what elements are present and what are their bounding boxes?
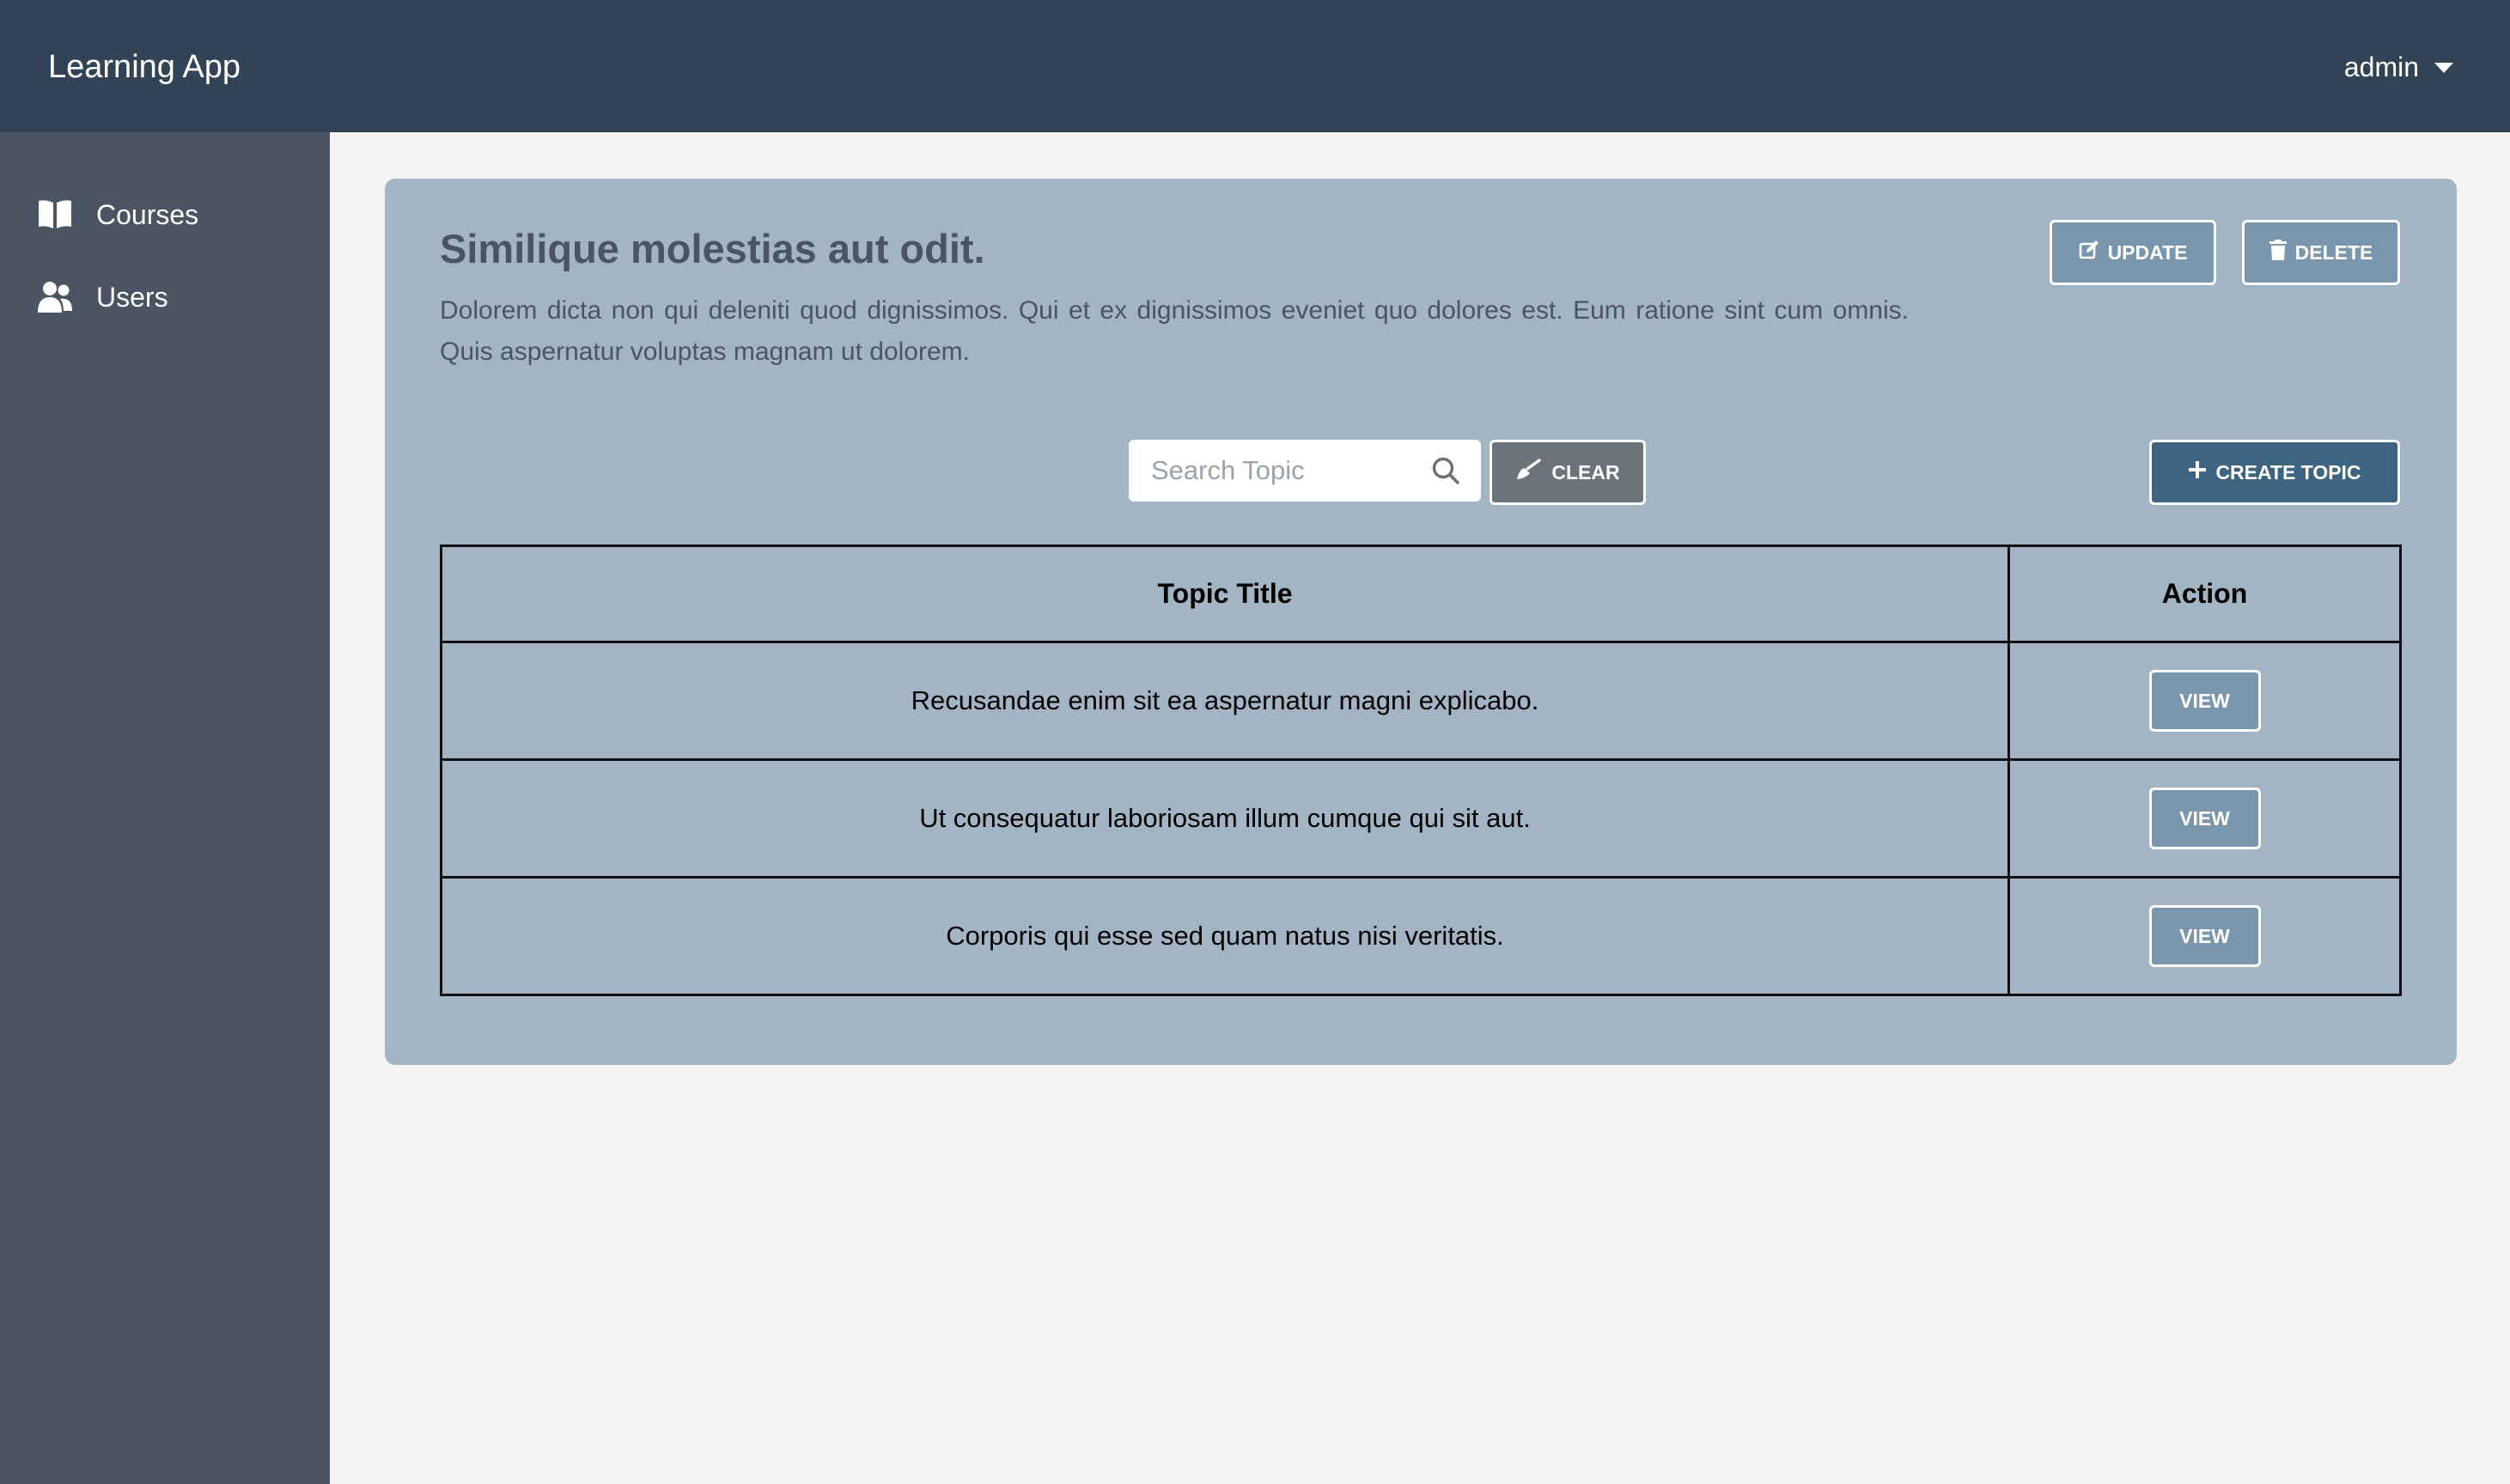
course-title: Similique molestias aut odit. <box>440 226 985 271</box>
user-name: admin <box>2343 51 2419 82</box>
update-button[interactable]: UPDATE <box>2050 220 2216 285</box>
delete-button[interactable]: DELETE <box>2242 220 2400 285</box>
sidebar-item-label: Users <box>96 281 168 313</box>
trash-icon <box>2269 240 2287 265</box>
column-header-topic-title: Topic Title <box>440 544 2010 643</box>
top-navbar: Learning App admin <box>0 0 2510 132</box>
course-detail-card: Similique molestias aut odit. Dolorem di… <box>385 179 2457 1065</box>
app-title[interactable]: Learning App <box>48 45 241 89</box>
action-cell: VIEW <box>2007 876 2402 996</box>
clear-button[interactable]: CLEAR <box>1490 440 1646 505</box>
action-cell: VIEW <box>2007 758 2402 879</box>
topics-table: Topic Title Action Recusandae enim sit e… <box>440 544 2402 996</box>
topic-title-cell: Ut consequatur laboriosam illum cumque q… <box>440 758 2010 879</box>
sidebar-item-courses[interactable]: Courses <box>36 192 198 237</box>
view-button[interactable]: VIEW <box>2148 670 2261 732</box>
table-row: Recusandae enim sit ea aspernatur magni … <box>440 641 2402 761</box>
course-description: Dolorem dicta non qui deleniti quod dign… <box>440 296 1909 366</box>
search-icon[interactable] <box>1431 456 1460 485</box>
caret-down-icon <box>2434 63 2453 73</box>
column-header-action: Action <box>2007 544 2402 643</box>
create-topic-button[interactable]: CREATE TOPIC <box>2149 440 2400 505</box>
table-row: Corporis qui esse sed quam natus nisi ve… <box>440 876 2402 996</box>
edit-icon <box>2079 240 2099 265</box>
view-button[interactable]: VIEW <box>2148 905 2261 967</box>
table-row: Ut consequatur laboriosam illum cumque q… <box>440 758 2402 879</box>
delete-label: DELETE <box>2294 240 2373 264</box>
topic-title-cell: Corporis qui esse sed quam natus nisi ve… <box>440 876 2010 996</box>
sidebar-item-users[interactable]: Users <box>36 275 168 319</box>
sidebar: Courses Users <box>0 132 330 1484</box>
update-label: UPDATE <box>2107 240 2188 264</box>
plus-icon <box>2188 460 2207 484</box>
user-menu-dropdown[interactable]: admin <box>2344 45 2453 89</box>
book-open-icon <box>36 196 74 234</box>
topic-title-cell: Recusandae enim sit ea aspernatur magni … <box>440 641 2010 761</box>
search-box <box>1129 440 1481 502</box>
clear-label: CLEAR <box>1551 460 1620 484</box>
users-icon <box>36 278 74 316</box>
table-header-row: Topic Title Action <box>440 544 2402 643</box>
broom-icon <box>1515 459 1542 486</box>
create-topic-label: CREATE TOPIC <box>2215 460 2361 484</box>
view-button[interactable]: VIEW <box>2148 788 2261 849</box>
action-cell: VIEW <box>2007 641 2402 761</box>
sidebar-item-label: Courses <box>96 198 199 230</box>
search-input[interactable] <box>1149 454 1416 487</box>
